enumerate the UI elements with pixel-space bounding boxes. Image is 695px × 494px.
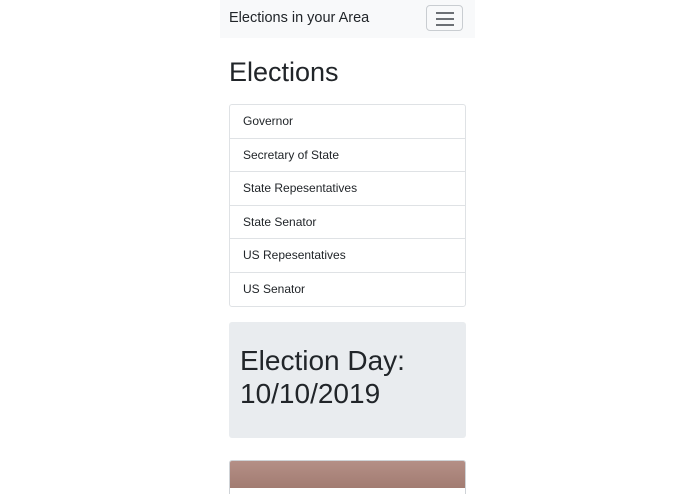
election-item-state-representatives[interactable]: State Repesentatives	[230, 172, 465, 206]
election-item-governor[interactable]: Governor	[230, 105, 465, 139]
election-item-state-senator[interactable]: State Senator	[230, 206, 465, 239]
election-day-label: Election Day:	[240, 345, 405, 376]
elections-list: Governor Secretary of State State Repese…	[229, 104, 466, 307]
election-item-secretary-of-state[interactable]: Secretary of State	[230, 139, 465, 172]
election-day-banner: Election Day: 10/10/2019	[229, 322, 466, 438]
election-item-us-senator[interactable]: US Senator	[230, 273, 465, 307]
navbar: Elections in your Area	[220, 0, 475, 38]
hamburger-menu-icon-bar	[436, 18, 454, 20]
navbar-toggler-button[interactable]	[426, 5, 463, 31]
hamburger-menu-icon	[436, 12, 454, 14]
navbar-brand[interactable]: Elections in your Area	[229, 10, 369, 26]
election-day-heading: Election Day: 10/10/2019	[240, 344, 455, 410]
candidate-card[interactable]	[229, 460, 466, 494]
election-item-us-representatives[interactable]: US Repesentatives	[230, 239, 465, 273]
page-title: Elections	[229, 57, 339, 87]
mobile-viewport: Elections in your Area Elections Governo…	[220, 0, 475, 494]
candidate-photo	[230, 461, 465, 488]
election-day-date: 10/10/2019	[240, 378, 381, 409]
hamburger-menu-icon-bar	[436, 24, 454, 26]
